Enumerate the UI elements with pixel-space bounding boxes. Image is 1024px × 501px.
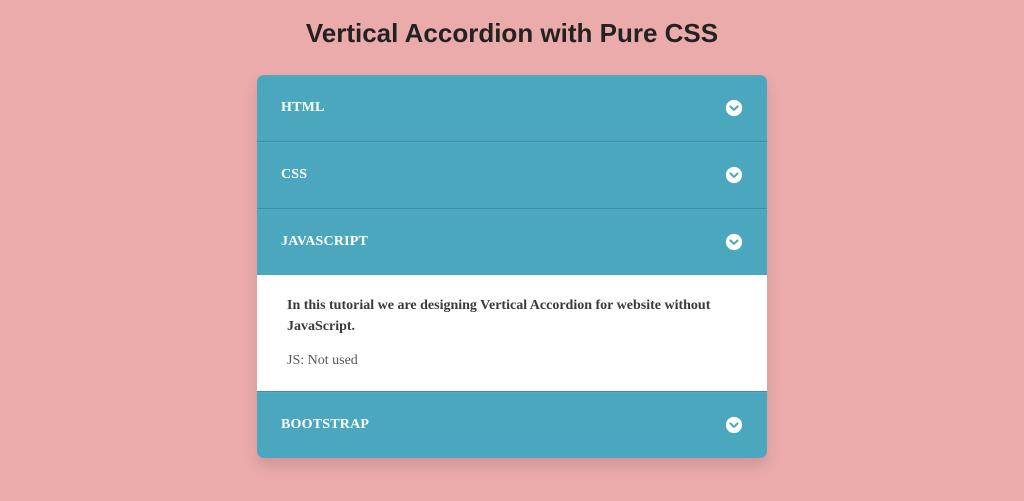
accordion-item-html: HTML: [257, 75, 767, 141]
accordion-header-html[interactable]: HTML: [257, 75, 767, 141]
accordion-item-bootstrap: BOOTSTRAP: [257, 391, 767, 458]
panel-heading: In this tutorial we are designing Vertic…: [287, 295, 717, 337]
accordion-panel-javascript: In this tutorial we are designing Vertic…: [257, 275, 767, 391]
accordion-label: JAVASCRIPT: [281, 234, 368, 250]
accordion: HTML CSS JAVASCRIPT In this tutorial we …: [257, 75, 767, 458]
accordion-header-javascript[interactable]: JAVASCRIPT: [257, 208, 767, 275]
panel-detail: JS: Not used: [287, 353, 737, 369]
page-title: Vertical Accordion with Pure CSS: [0, 0, 1024, 63]
accordion-label: HTML: [281, 100, 325, 116]
accordion-header-css[interactable]: CSS: [257, 141, 767, 208]
chevron-down-icon: [725, 233, 743, 251]
accordion-header-bootstrap[interactable]: BOOTSTRAP: [257, 391, 767, 458]
chevron-down-icon: [725, 166, 743, 184]
chevron-down-icon: [725, 99, 743, 117]
accordion-item-css: CSS: [257, 141, 767, 208]
accordion-item-javascript: JAVASCRIPT In this tutorial we are desig…: [257, 208, 767, 391]
accordion-label: BOOTSTRAP: [281, 417, 369, 433]
accordion-label: CSS: [281, 167, 307, 183]
chevron-down-icon: [725, 416, 743, 434]
